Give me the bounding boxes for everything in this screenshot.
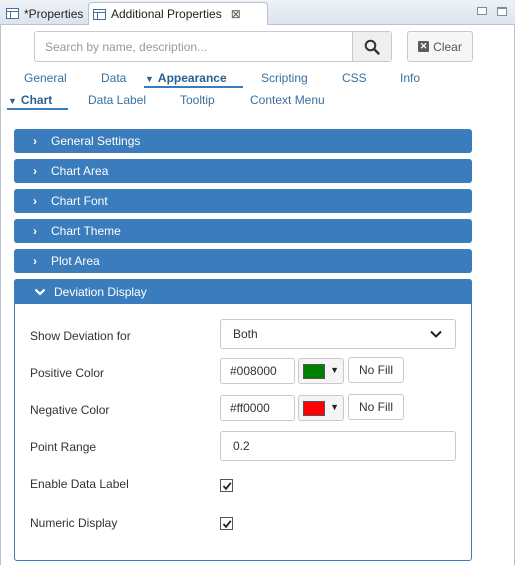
editor-tab-strip: *Properties Additional Properties ⊠ <box>0 0 515 25</box>
properties-view-icon <box>93 8 106 20</box>
nav-data[interactable]: Data <box>101 71 126 85</box>
point-range-input[interactable]: 0.2 <box>220 431 456 461</box>
positive-color-label: Positive Color <box>30 366 105 380</box>
chevron-down-icon: ▼ <box>145 74 154 84</box>
search-icon <box>364 39 380 55</box>
nav-general[interactable]: General <box>24 71 67 85</box>
maximize-button[interactable] <box>497 7 507 16</box>
section-label: Plot Area <box>51 254 100 268</box>
negative-color-picker[interactable]: ▼ <box>298 395 344 421</box>
positive-color-input[interactable]: #008000 <box>220 358 295 384</box>
subnav-chart-label: Chart <box>20 93 53 107</box>
window-controls <box>477 7 507 16</box>
positive-no-fill-button[interactable]: No Fill <box>348 357 404 383</box>
subnav-tooltip[interactable]: Tooltip <box>180 93 215 107</box>
search-input[interactable] <box>35 32 353 61</box>
negative-color-label: Negative Color <box>30 403 110 417</box>
nav-appearance[interactable]: ▼ Appearance <box>145 71 227 85</box>
section-label: General Settings <box>51 134 141 148</box>
chevron-right-icon: › <box>33 224 37 238</box>
clear-label: Clear <box>433 39 462 54</box>
section-chart-font[interactable]: › Chart Font <box>14 189 472 213</box>
chevron-right-icon: › <box>33 164 37 178</box>
minimize-button[interactable] <box>477 7 487 15</box>
checkmark-icon <box>222 520 232 529</box>
negative-color-input[interactable]: #ff0000 <box>220 395 295 421</box>
chevron-down-icon: ▼ <box>8 96 17 106</box>
checkmark-icon <box>222 482 232 491</box>
section-label: Chart Theme <box>51 224 121 238</box>
section-plot-area[interactable]: › Plot Area <box>14 249 472 273</box>
subnav-chart[interactable]: ▼ Chart <box>8 93 52 107</box>
nav-css[interactable]: CSS <box>342 71 367 85</box>
clear-icon: ✕ <box>418 41 430 52</box>
chevron-right-icon: › <box>33 194 37 208</box>
subnav-chart-underline <box>7 108 68 110</box>
subnav-context-menu[interactable]: Context Menu <box>250 93 325 107</box>
point-range-label: Point Range <box>30 440 97 454</box>
nav-appearance-underline <box>144 86 243 88</box>
tab-properties[interactable]: *Properties <box>6 2 83 25</box>
subnav-data-label[interactable]: Data Label <box>88 93 146 107</box>
nav-info[interactable]: Info <box>400 71 420 85</box>
nav-appearance-label: Appearance <box>157 71 227 85</box>
show-deviation-label: Show Deviation for <box>30 329 131 343</box>
search-box <box>34 31 392 62</box>
chevron-down-icon <box>34 288 46 296</box>
show-deviation-select[interactable]: Both <box>220 319 456 349</box>
show-deviation-value: Both <box>233 327 258 341</box>
tab-additional-properties[interactable]: Additional Properties ⊠ <box>88 2 268 25</box>
section-label: Chart Area <box>51 164 109 178</box>
nav-scripting[interactable]: Scripting <box>261 71 308 85</box>
chevron-right-icon: › <box>33 254 37 268</box>
tab-additional-properties-label: Additional Properties <box>111 7 222 21</box>
positive-color-picker[interactable]: ▼ <box>298 358 344 384</box>
numeric-display-checkbox[interactable] <box>220 517 233 530</box>
chevron-down-icon <box>430 330 442 338</box>
section-deviation-display-header[interactable]: Deviation Display <box>14 279 472 304</box>
caret-down-icon: ▼ <box>330 402 339 412</box>
chevron-right-icon: › <box>33 134 37 148</box>
clear-button[interactable]: ✕ Clear <box>407 31 473 62</box>
section-label: Chart Font <box>51 194 108 208</box>
negative-color-swatch <box>303 401 325 416</box>
negative-no-fill-button[interactable]: No Fill <box>348 394 404 420</box>
section-chart-theme[interactable]: › Chart Theme <box>14 219 472 243</box>
search-button[interactable] <box>352 32 391 61</box>
numeric-display-label: Numeric Display <box>30 516 118 530</box>
section-label: Deviation Display <box>54 284 147 299</box>
enable-data-label-label: Enable Data Label <box>30 477 129 491</box>
close-icon[interactable]: ⊠ <box>231 7 241 21</box>
tab-properties-label: *Properties <box>24 6 84 21</box>
section-general-settings[interactable]: › General Settings <box>14 129 472 153</box>
properties-view-icon <box>6 8 19 19</box>
positive-color-swatch <box>303 364 325 379</box>
enable-data-label-checkbox[interactable] <box>220 479 233 492</box>
section-chart-area[interactable]: › Chart Area <box>14 159 472 183</box>
caret-down-icon: ▼ <box>330 365 339 375</box>
